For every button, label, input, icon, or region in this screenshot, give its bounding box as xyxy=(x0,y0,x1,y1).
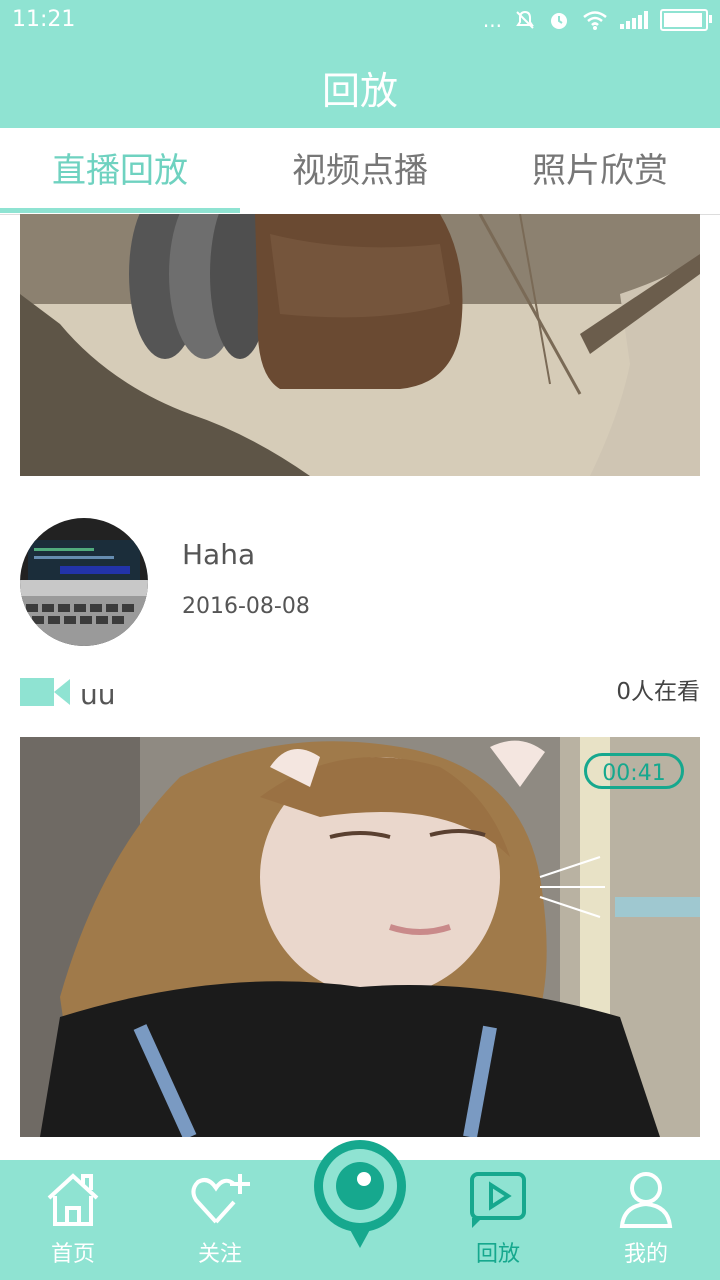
photo-thumbnail[interactable] xyxy=(20,214,700,476)
nav-home[interactable]: 首页 xyxy=(13,1160,133,1280)
wifi-icon xyxy=(583,11,607,30)
viewer-count: 0人在看 xyxy=(616,679,700,705)
alarm-icon xyxy=(551,13,567,29)
avatar[interactable] xyxy=(20,518,148,646)
tab-bar: 直播回放 视频点播 照片欣赏 xyxy=(0,128,720,215)
heart-plus-icon xyxy=(191,1174,250,1224)
author-row[interactable]: Haha 2016-08-08 xyxy=(20,518,700,648)
nav-profile[interactable]: 我的 xyxy=(586,1160,706,1280)
status-icons: ... xyxy=(482,6,712,34)
more-dots: ... xyxy=(482,8,502,32)
start-live-button[interactable] xyxy=(312,1140,408,1252)
video-camera-icon xyxy=(20,678,70,706)
nav-follow-label: 关注 xyxy=(197,1242,242,1267)
nav-profile-label: 我的 xyxy=(623,1242,668,1267)
nav-playback-label: 回放 xyxy=(475,1242,520,1267)
playback-icon xyxy=(470,1172,526,1228)
status-bar: 11:21 ... xyxy=(0,0,720,40)
page-title: 回放 xyxy=(321,69,398,113)
tab-photo-gallery[interactable]: 照片欣赏 xyxy=(480,128,720,214)
battery-icon xyxy=(660,9,712,31)
status-time: 11:21 xyxy=(12,7,76,32)
author-name: Haha xyxy=(182,538,256,571)
home-icon xyxy=(47,1173,99,1226)
tab-indicator xyxy=(0,208,240,213)
live-info-row: uu 0人在看 xyxy=(20,668,700,718)
tab-live-replay[interactable]: 直播回放 xyxy=(0,128,240,214)
nav-follow[interactable]: 关注 xyxy=(160,1160,280,1280)
mute-icon xyxy=(516,10,534,29)
post-date: 2016-08-08 xyxy=(182,594,310,619)
nav-home-label: 首页 xyxy=(50,1242,95,1267)
nav-playback[interactable]: 回放 xyxy=(438,1160,558,1280)
app-header: 回放 xyxy=(0,40,720,128)
profile-icon xyxy=(619,1172,673,1228)
video-duration-badge: 00:41 xyxy=(584,753,684,789)
video-thumbnail[interactable]: 00:41 xyxy=(20,737,700,1137)
live-username[interactable]: uu xyxy=(80,678,116,711)
signal-icon xyxy=(620,11,648,29)
tab-video-on-demand[interactable]: 视频点播 xyxy=(240,128,480,214)
